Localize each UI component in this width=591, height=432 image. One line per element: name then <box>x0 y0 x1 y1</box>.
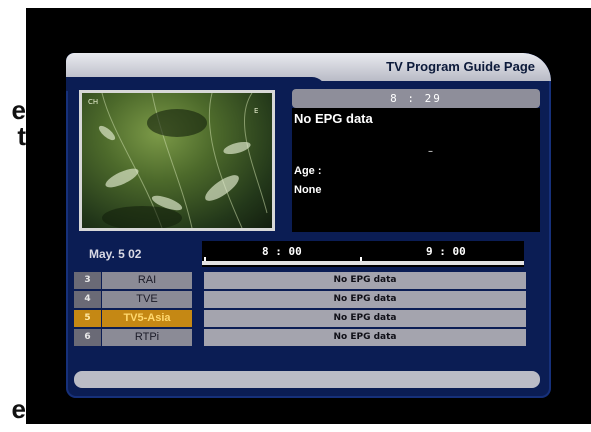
edge-char: e <box>11 95 26 125</box>
epg-panel: TV Program Guide Page CH E 8: 29 No EPG… <box>66 53 551 398</box>
video-preview[interactable]: CH E <box>79 90 275 231</box>
channel-row-selected[interactable]: 5 TV5-Asia No EPG data <box>74 310 526 328</box>
channel-number: 5 <box>74 310 101 327</box>
channel-name: RAI <box>102 272 192 289</box>
age-label: Age : <box>294 165 322 177</box>
channel-epg-cell[interactable]: No EPG data <box>204 272 526 289</box>
age-value: None <box>294 184 322 196</box>
preview-channel-label: CH <box>88 98 99 106</box>
date-label: May. 5 02 <box>89 247 142 261</box>
timeline-header: 8 : 00 9 : 00 <box>202 241 524 267</box>
channel-number: 3 <box>74 272 101 289</box>
edge-char: t <box>17 121 26 151</box>
epg-status: No EPG data <box>294 111 373 126</box>
timeline-start: 8 : 00 <box>262 245 302 258</box>
program-info: No EPG data – Age : None <box>292 108 540 232</box>
channel-epg-cell[interactable]: No EPG data <box>204 291 526 308</box>
panel-header: TV Program Guide Page <box>66 53 551 91</box>
channel-number: 4 <box>74 291 101 308</box>
page-title: TV Program Guide Page <box>386 59 535 74</box>
channel-row[interactable]: 3 RAI No EPG data <box>74 272 526 290</box>
channel-row[interactable]: 4 TVE No EPG data <box>74 291 526 309</box>
tv-screen: TV Program Guide Page CH E 8: 29 No EPG… <box>26 8 591 424</box>
channel-name: TVE <box>102 291 192 308</box>
channel-row[interactable]: 6 RTPi No EPG data <box>74 329 526 347</box>
footer-bar <box>74 371 540 388</box>
channel-name: TV5-Asia <box>102 310 192 327</box>
current-time: 8 : 29 <box>292 89 540 108</box>
preview-image <box>98 93 268 228</box>
timeline-track <box>202 261 524 265</box>
info-dash: – <box>428 146 433 157</box>
left-edge-strip: e t e <box>0 0 26 432</box>
timeline-end: 9 : 00 <box>426 245 466 258</box>
preview-corner-mark: E <box>254 107 259 115</box>
channel-epg-cell[interactable]: No EPG data <box>204 310 526 327</box>
channel-epg-cell[interactable]: No EPG data <box>204 329 526 346</box>
channel-number: 6 <box>74 329 101 346</box>
edge-char: e <box>11 394 26 424</box>
channel-name: RTPi <box>102 329 192 346</box>
